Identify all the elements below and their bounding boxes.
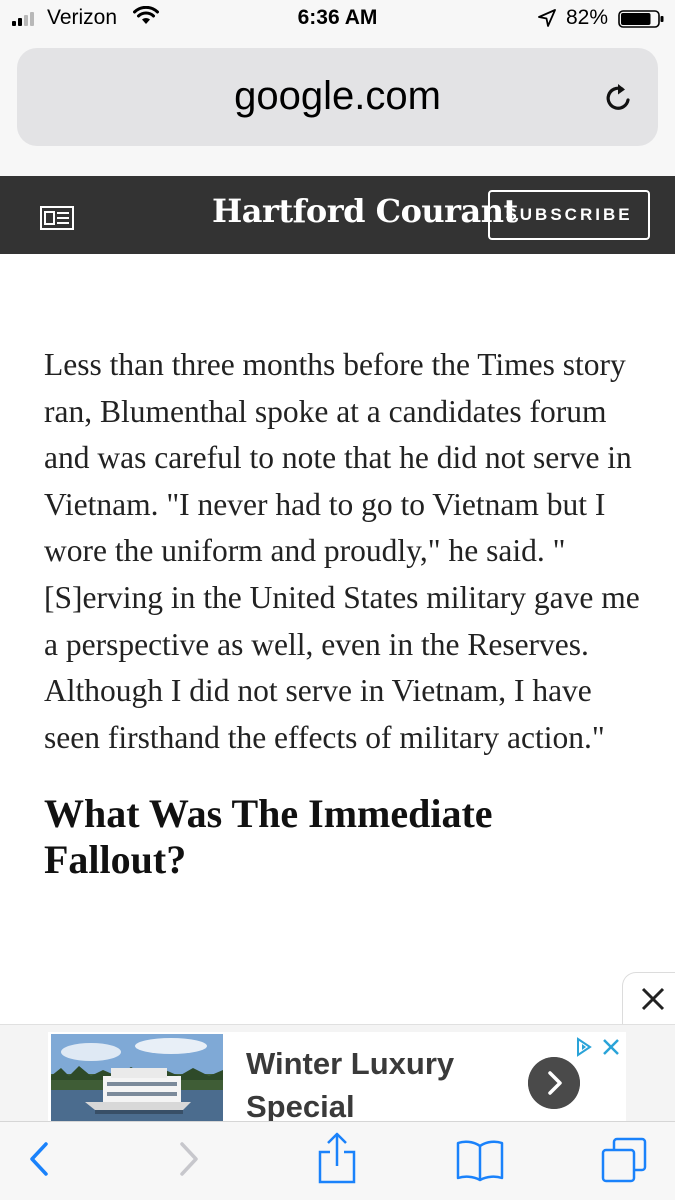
browser-address-area: google.com [0,38,675,176]
site-header: Hartford Courant SUBSCRIBE [0,176,675,254]
reload-icon[interactable] [603,82,635,114]
share-icon[interactable] [317,1132,357,1184]
ad-image-houseboat[interactable] [51,1034,223,1122]
article-subheading: What Was The Immediate Fallout? [44,791,493,883]
url-text[interactable]: google.com [17,74,658,119]
site-logo[interactable]: Hartford Courant [212,192,518,230]
ad-card[interactable]: Winter Luxury Special [48,1032,626,1124]
status-bar: Verizon 6:36 AM 82% [0,0,675,38]
forward-icon[interactable] [178,1140,200,1178]
article-content: Less than three months before the Times … [44,342,644,883]
location-icon [538,9,556,27]
ad-banner[interactable]: Winter Luxury Special [0,1024,675,1124]
address-bar[interactable]: google.com [17,48,658,146]
menu-icon[interactable] [40,206,74,230]
adchoices-icon[interactable] [572,1036,624,1058]
tabs-icon[interactable] [600,1136,648,1184]
browser-toolbar [0,1121,675,1200]
bookmarks-icon[interactable] [455,1138,505,1182]
battery-percent: 82% [566,6,609,29]
chevron-right-icon[interactable] [528,1057,580,1109]
subscribe-button[interactable]: SUBSCRIBE [488,190,650,240]
close-icon[interactable] [640,986,666,1012]
article-paragraph: Less than three months before the Times … [44,347,640,755]
battery-icon [618,10,664,28]
back-icon[interactable] [28,1140,50,1178]
ad-title[interactable]: Winter Luxury Special [246,1042,506,1128]
